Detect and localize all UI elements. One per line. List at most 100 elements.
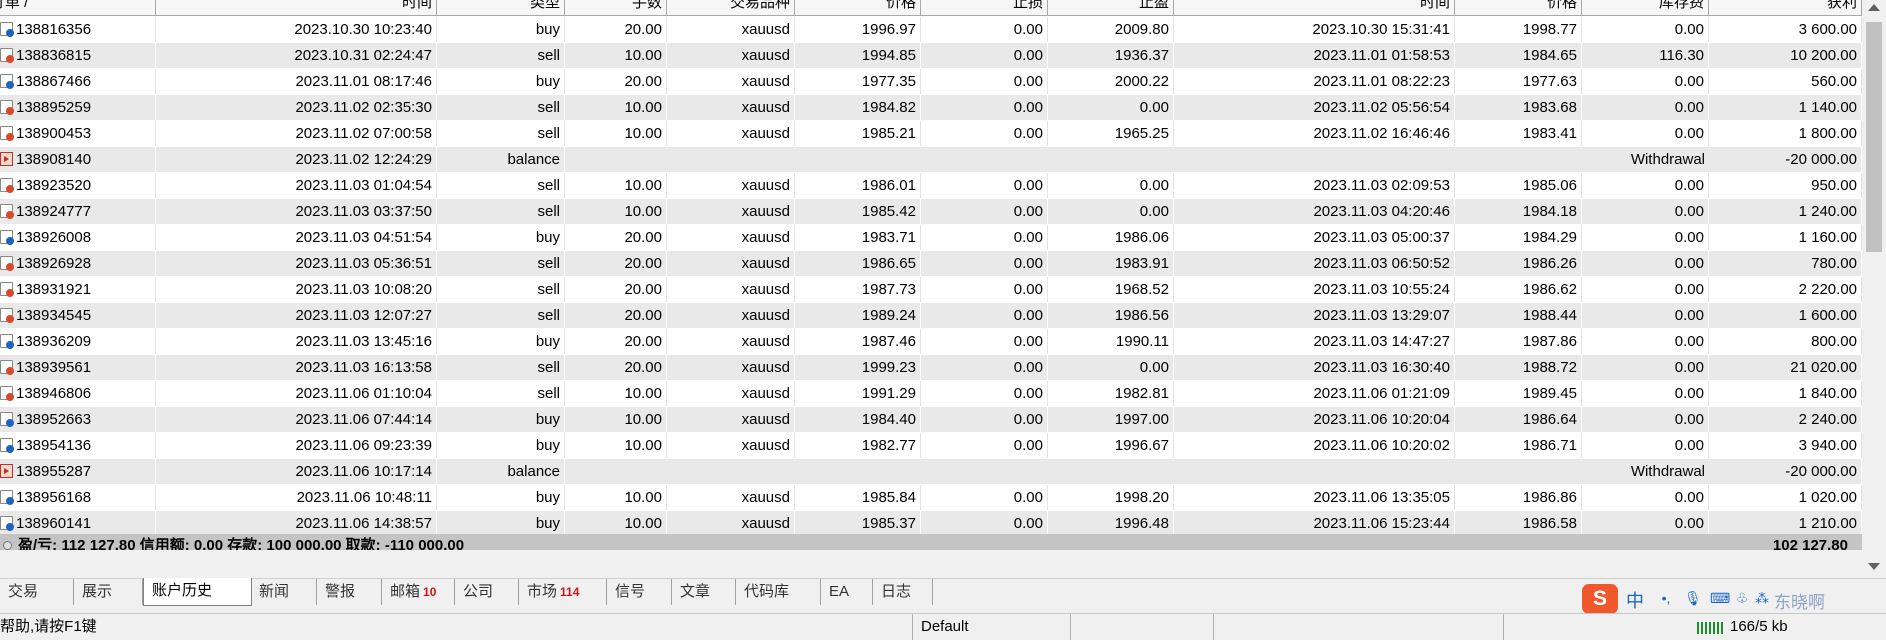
- tab-10[interactable]: 代码库: [736, 579, 821, 605]
- table-row[interactable]: 138926928 2023.11.03 05:36:51 sell 20.00 xau…: [0, 251, 1862, 277]
- col-header-stop-loss[interactable]: 止损: [921, 0, 1048, 16]
- more-icon[interactable]: ⁂: [1754, 590, 1770, 606]
- open-time-text: 2023.11.06 14:38:57: [295, 515, 432, 532]
- table-row[interactable]: 138836815 2023.10.31 02:24:47 sell 10.00 xau…: [0, 43, 1862, 69]
- cell-profit: -20 000.00: [1709, 459, 1862, 484]
- table-row[interactable]: 138924777 2023.11.03 03:37:50 sell 10.00 xau…: [0, 199, 1862, 225]
- table-row[interactable]: 138926008 2023.11.03 04:51:54 buy 20.00 xauu…: [0, 225, 1862, 251]
- col-header-symbol[interactable]: 交易品种: [667, 0, 795, 16]
- cell-close-time: 2023.11.03 13:29:07: [1174, 303, 1455, 328]
- skin-icon[interactable]: ♧: [1734, 590, 1750, 606]
- cell-open-price: 1987.46: [795, 329, 921, 354]
- cell-swap: 0.00: [1582, 121, 1709, 146]
- table-row[interactable]: 138939561 2023.11.03 16:13:58 sell 20.00 xau…: [0, 355, 1862, 381]
- col-header-close-time[interactable]: 时间: [1174, 0, 1455, 16]
- table-row[interactable]: 138934545 2023.11.03 12:07:27 sell 20.00 xau…: [0, 303, 1862, 329]
- col-header-open-price[interactable]: 价格: [795, 0, 921, 16]
- take-profit-text: 1968.52: [1114, 281, 1169, 298]
- table-row[interactable]: 138952663 2023.11.06 07:44:14 buy 10.00 xauu…: [0, 407, 1862, 433]
- open-price-text: 1987.73: [861, 281, 916, 298]
- cell-trade-type: sell: [437, 381, 565, 406]
- punctuation-icon[interactable]: •,: [1658, 590, 1674, 606]
- cell-close-time: 2023.11.06 10:20:04: [1174, 407, 1455, 432]
- ime-toolbar: S 中 •, 🎙 ⌨ ♧ ⁂ 东晓啊: [1582, 584, 1872, 614]
- status-profile[interactable]: Default: [912, 614, 1071, 640]
- tab-label: 公司: [463, 583, 494, 600]
- trade-type-text: sell: [537, 47, 560, 64]
- sogou-logo-icon[interactable]: S: [1582, 584, 1618, 614]
- close-time-text: 2023.11.03 02:09:53: [1313, 177, 1450, 194]
- microphone-icon[interactable]: 🎙: [1684, 590, 1702, 606]
- scroll-down-arrow-icon[interactable]: [1868, 563, 1880, 570]
- account-history-grid: 订单 / 时间 类型 手数 交易品种 价格 止损 止盈 时间 价格 库存费 获利…: [0, 0, 1862, 550]
- status-bar: 帮助,请按F1键 Default 166/5 kb: [0, 613, 1886, 640]
- balance-row[interactable]: 138908140 2023.11.02 12:24:29 balance -20 0…: [0, 147, 1862, 173]
- buy-order-icon: [0, 438, 14, 453]
- status-traffic: 166/5 kb: [1730, 618, 1788, 635]
- cell-take-profit: 0.00: [1048, 95, 1174, 120]
- trade-type-text: buy: [535, 411, 560, 428]
- tab-8[interactable]: 信号: [607, 579, 672, 605]
- cell-trade-type: sell: [437, 95, 565, 120]
- col-header-type[interactable]: 类型: [437, 0, 565, 16]
- col-header-lots[interactable]: 手数: [565, 0, 667, 16]
- tab-1[interactable]: 展示: [74, 579, 143, 605]
- cell-order-id: 138867466: [0, 69, 156, 94]
- tab-9[interactable]: 文章: [672, 579, 736, 605]
- cell-close-price: 1986.86: [1455, 485, 1582, 510]
- cell-symbol: xauusd: [667, 199, 795, 224]
- tab-12[interactable]: 日志: [873, 579, 933, 605]
- table-row[interactable]: 138956168 2023.11.06 10:48:11 buy 10.00 xauu…: [0, 485, 1862, 511]
- close-price-text: 1984.29: [1522, 229, 1577, 246]
- comment-text: Withdrawal: [1630, 463, 1705, 480]
- table-row[interactable]: 138867466 2023.11.01 08:17:46 buy 20.00 xauu…: [0, 69, 1862, 95]
- cell-take-profit: 2009.80: [1048, 17, 1174, 42]
- tab-5[interactable]: 邮箱 10: [382, 579, 455, 605]
- col-header-close-price[interactable]: 价格: [1455, 0, 1582, 16]
- cell-open-price: 1999.23: [795, 355, 921, 380]
- vertical-scrollbar[interactable]: [1862, 0, 1886, 578]
- tab-0[interactable]: 交易: [0, 579, 74, 605]
- cell-order-id: 138926008: [0, 225, 156, 250]
- cell-close-price: 1986.58: [1455, 511, 1582, 536]
- tab-6[interactable]: 公司: [455, 579, 519, 605]
- ime-language-toggle[interactable]: 中: [1626, 587, 1644, 613]
- open-price-text: 1984.40: [861, 411, 916, 428]
- table-row[interactable]: 138900453 2023.11.02 07:00:58 sell 10.00 xau…: [0, 121, 1862, 147]
- keyboard-icon[interactable]: ⌨: [1710, 590, 1730, 606]
- table-row[interactable]: 138923520 2023.11.03 01:04:54 sell 10.00 xau…: [0, 173, 1862, 199]
- profit-text: 3 940.00: [1798, 437, 1857, 454]
- table-row[interactable]: 138931921 2023.11.03 10:08:20 sell 20.00 xau…: [0, 277, 1862, 303]
- scroll-up-arrow-icon[interactable]: [1868, 4, 1880, 11]
- col-header-swap[interactable]: 库存费: [1582, 0, 1709, 16]
- tab-4[interactable]: 警报: [317, 579, 382, 605]
- cell-take-profit: 1968.52: [1048, 277, 1174, 302]
- cell-open-time: 2023.11.03 05:36:51: [156, 251, 437, 276]
- table-row[interactable]: 138816356 2023.10.30 10:23:40 buy 20.00 xauu…: [0, 17, 1862, 43]
- cell-open-time: 2023.11.03 12:07:27: [156, 303, 437, 328]
- status-segment: [1213, 614, 1512, 640]
- cell-take-profit: 0.00: [1048, 199, 1174, 224]
- tab-7[interactable]: 市场 114: [519, 579, 607, 605]
- cell-symbol: xauusd: [667, 303, 795, 328]
- table-row[interactable]: 138954136 2023.11.06 09:23:39 buy 10.00 xauu…: [0, 433, 1862, 459]
- tab-2[interactable]: 账户历史: [143, 578, 252, 606]
- table-row[interactable]: 138946806 2023.11.06 01:10:04 sell 10.00 xau…: [0, 381, 1862, 407]
- cell-swap: 116.30: [1582, 43, 1709, 68]
- col-header-open-time[interactable]: 时间: [156, 0, 437, 16]
- col-header-profit[interactable]: 获利: [1709, 0, 1862, 16]
- scroll-thumb[interactable]: [1866, 22, 1882, 252]
- cell-profit: 21 020.00: [1709, 355, 1862, 380]
- col-header-take-profit[interactable]: 止盈: [1048, 0, 1174, 16]
- balance-row[interactable]: 138955287 2023.11.06 10:17:14 balance -20 0…: [0, 459, 1862, 485]
- tab-3[interactable]: 新闻: [251, 579, 317, 605]
- table-row[interactable]: 138936209 2023.11.03 13:45:16 buy 20.00 xauu…: [0, 329, 1862, 355]
- open-time-text: 2023.10.31 02:24:47: [294, 47, 432, 64]
- tab-11[interactable]: EA: [821, 579, 873, 605]
- cell-symbol: xauusd: [667, 17, 795, 42]
- cell-profit: 560.00: [1709, 69, 1862, 94]
- col-header-order[interactable]: 订单 /: [0, 0, 156, 16]
- cell-lots: 20.00: [565, 303, 667, 328]
- table-row[interactable]: 138895259 2023.11.02 02:35:30 sell 10.00 xau…: [0, 95, 1862, 121]
- close-price-text: 1984.65: [1522, 47, 1577, 64]
